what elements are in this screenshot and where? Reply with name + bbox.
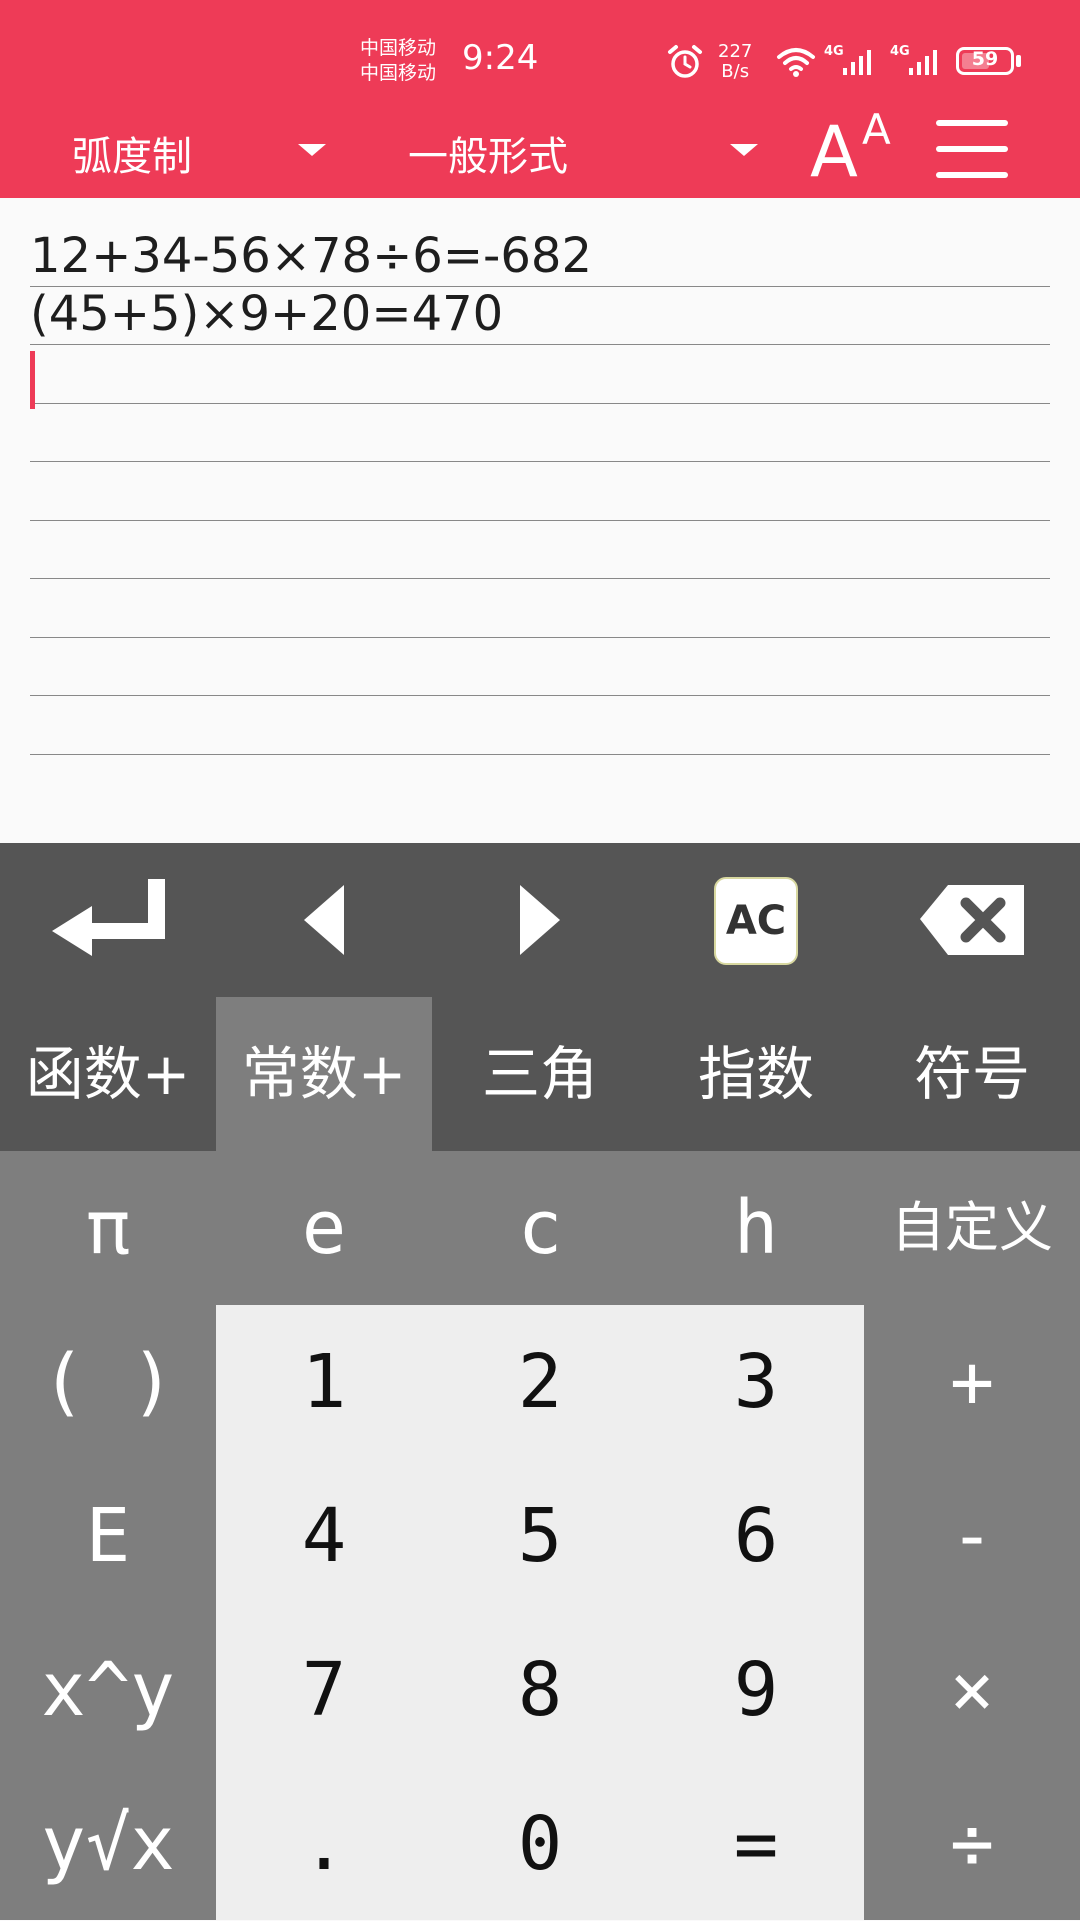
backspace-icon[interactable] xyxy=(864,843,1080,997)
key-minus[interactable]: - xyxy=(864,1459,1080,1613)
battery-tip xyxy=(1016,55,1021,67)
key-parentheses[interactable]: ( ) xyxy=(0,1305,216,1459)
key-3[interactable]: 3 xyxy=(648,1305,864,1459)
key-pi[interactable]: π xyxy=(0,1151,216,1305)
key-root[interactable]: y√x xyxy=(0,1767,216,1921)
key-h[interactable]: h xyxy=(648,1151,864,1305)
key-equals[interactable]: = xyxy=(648,1767,864,1921)
carrier-1: 中国移动 xyxy=(360,37,437,59)
expression-line-active[interactable] xyxy=(30,345,1050,409)
clock: 9:24 xyxy=(462,38,539,78)
clear-label: AC xyxy=(714,877,798,965)
key-6[interactable]: 6 xyxy=(648,1459,864,1613)
key-plus[interactable]: + xyxy=(864,1305,1080,1459)
key-custom[interactable]: 自定义 xyxy=(864,1151,1080,1305)
signal-2-label: 4G xyxy=(890,44,910,59)
expression-line[interactable] xyxy=(30,521,1050,579)
alarm-icon xyxy=(668,45,702,78)
key-e[interactable]: e xyxy=(216,1151,432,1305)
status-bar: 中国移动 中国移动 9:24 227 B/s 4G 4G 59 xyxy=(0,0,1080,110)
key-c[interactable]: c xyxy=(432,1151,648,1305)
tab-symbols[interactable]: 符号 xyxy=(864,997,1080,1151)
enter-icon[interactable] xyxy=(0,843,216,997)
display-format-dropdown[interactable]: 一般形式 xyxy=(408,124,568,182)
clear-all-button[interactable]: AC xyxy=(648,843,864,997)
network-speed: 227 B/s xyxy=(718,41,753,82)
carrier-names: 中国移动 中国移动 xyxy=(360,36,436,86)
control-row: AC xyxy=(0,843,1080,997)
key-exponent-e[interactable]: E xyxy=(0,1459,216,1613)
category-tabs: 函数+ 常数+ 三角 指数 符号 xyxy=(0,997,1080,1151)
key-8[interactable]: 8 xyxy=(432,1613,648,1767)
key-multiply[interactable]: × xyxy=(864,1613,1080,1767)
carrier-2: 中国移动 xyxy=(360,62,437,84)
key-2[interactable]: 2 xyxy=(432,1305,648,1459)
expression-line[interactable] xyxy=(30,638,1050,696)
menu-icon[interactable] xyxy=(936,118,1008,180)
signal-2-icon xyxy=(909,50,937,75)
key-decimal[interactable]: . xyxy=(216,1767,432,1921)
key-5[interactable]: 5 xyxy=(432,1459,648,1613)
expression-line[interactable] xyxy=(30,462,1050,521)
battery-percent: 59 xyxy=(971,48,999,70)
expression-line[interactable]: (45+5)×9+20=470 xyxy=(30,286,1050,345)
key-1[interactable]: 1 xyxy=(216,1305,432,1459)
tab-constants[interactable]: 常数+ xyxy=(216,997,432,1151)
text-cursor xyxy=(30,351,35,409)
battery-icon: 59 xyxy=(956,47,1014,75)
display-format-dropdown-arrow-icon[interactable] xyxy=(730,144,758,156)
arrow-left-icon[interactable] xyxy=(216,843,432,997)
tab-exponent[interactable]: 指数 xyxy=(648,997,864,1151)
key-0[interactable]: 0 xyxy=(432,1767,648,1921)
key-divide[interactable]: ÷ xyxy=(864,1767,1080,1921)
key-4[interactable]: 4 xyxy=(216,1459,432,1613)
arrow-right-icon[interactable] xyxy=(432,843,648,997)
key-power[interactable]: x^y xyxy=(0,1613,216,1767)
expression-line[interactable] xyxy=(30,579,1050,638)
expression-line[interactable] xyxy=(30,404,1050,462)
key-7[interactable]: 7 xyxy=(216,1613,432,1767)
expression-editor[interactable]: 12+34-56×78÷6=-682 (45+5)×9+20=470 xyxy=(30,228,1050,755)
key-9[interactable]: 9 xyxy=(648,1613,864,1767)
expression-line[interactable]: 12+34-56×78÷6=-682 xyxy=(30,228,1050,287)
wifi-icon xyxy=(777,48,815,77)
tab-functions[interactable]: 函数+ xyxy=(0,997,216,1151)
signal-1-icon xyxy=(843,50,871,75)
font-size-icon[interactable]: A A xyxy=(810,104,900,184)
angle-mode-dropdown-arrow-icon[interactable] xyxy=(298,144,326,156)
top-bar: 中国移动 中国移动 9:24 227 B/s 4G 4G 59 弧度制 一般形式… xyxy=(0,0,1080,198)
tab-trig[interactable]: 三角 xyxy=(432,997,648,1151)
signal-1-label: 4G xyxy=(824,44,844,59)
svg-text:A: A xyxy=(862,105,891,154)
svg-text:A: A xyxy=(810,111,858,184)
expression-line[interactable] xyxy=(30,696,1050,755)
angle-mode-dropdown[interactable]: 弧度制 xyxy=(72,124,192,182)
